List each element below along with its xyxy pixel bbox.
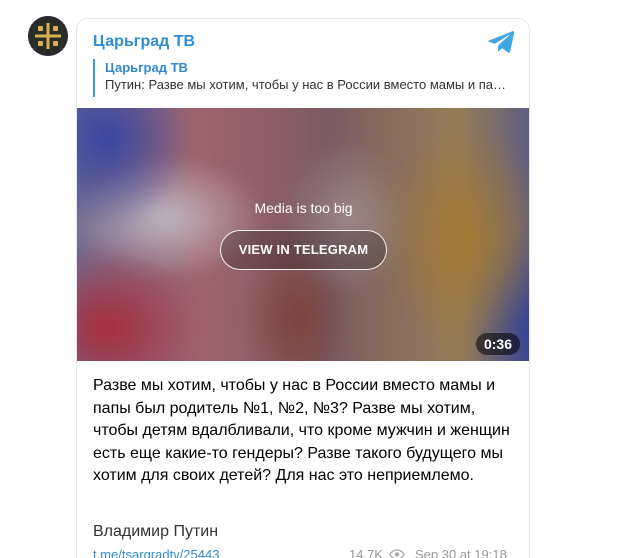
eye-icon	[389, 549, 405, 558]
post-signature: Владимир Путин	[93, 523, 219, 540]
message-footer: t.me/tsargradtv/25443 14.7K Sep 30 at 19…	[93, 547, 515, 558]
media-too-big-message: Media is too big	[254, 200, 353, 216]
message-card: Царьград ТВ Царьград ТВ Путин: Разве мы …	[76, 18, 530, 558]
post-date[interactable]: Sep 30 at 19:18	[415, 547, 507, 558]
channel-avatar[interactable]	[28, 16, 68, 56]
reply-text: Путин: Разве мы хотим, чтобы у нас в Рос…	[105, 77, 510, 92]
video-duration-badge: 0:36	[476, 333, 520, 355]
post-link[interactable]: t.me/tsargradtv/25443	[93, 547, 219, 558]
reply-preview[interactable]: Царьград ТВ Путин: Разве мы хотим, чтобы…	[93, 59, 515, 97]
reply-author: Царьград ТВ	[105, 60, 188, 75]
post-text: Разве мы хотим, чтобы у нас в России вме…	[93, 377, 510, 485]
video-preview[interactable]: Media is too big VIEW IN TELEGRAM 0:36	[77, 108, 529, 361]
cross-emblem-icon	[28, 16, 68, 56]
view-count: 14.7K	[349, 547, 383, 558]
view-in-telegram-button[interactable]: VIEW IN TELEGRAM	[220, 230, 387, 270]
channel-name-link[interactable]: Царьград ТВ	[93, 33, 195, 51]
telegram-icon[interactable]	[487, 29, 515, 55]
